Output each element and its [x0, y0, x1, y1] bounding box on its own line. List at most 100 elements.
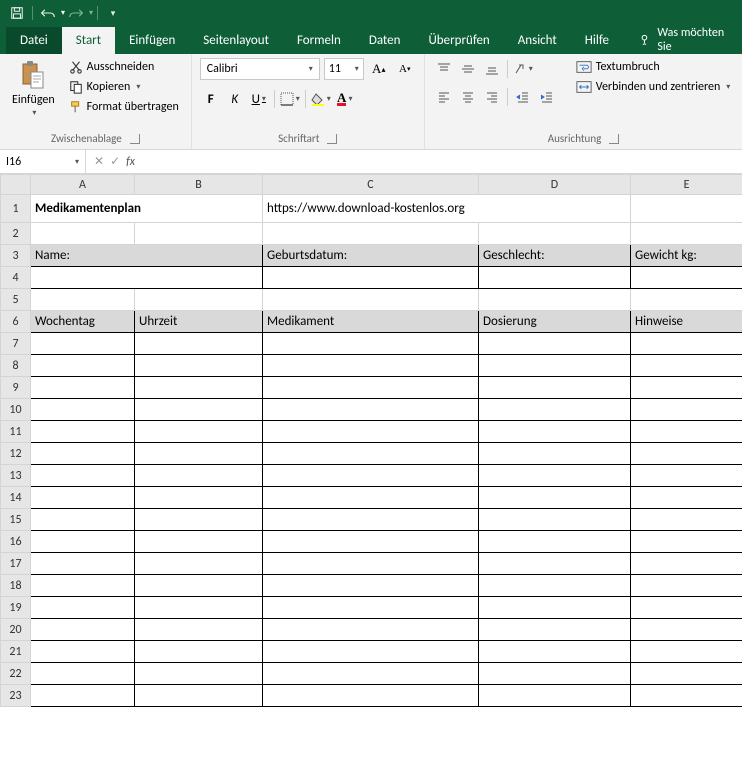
cell[interactable] — [31, 355, 135, 377]
cell[interactable] — [135, 575, 263, 597]
increase-indent-button[interactable] — [536, 86, 558, 108]
tell-me-search[interactable]: Was möchten Sie — [629, 26, 742, 54]
row-header[interactable]: 20 — [1, 619, 31, 641]
tab-view[interactable]: Ansicht — [504, 27, 571, 54]
cell[interactable] — [31, 377, 135, 399]
save-button[interactable] — [6, 2, 28, 24]
cell[interactable] — [31, 553, 135, 575]
row-header[interactable]: 6 — [1, 311, 31, 333]
tab-formulas[interactable]: Formeln — [283, 27, 355, 54]
row-header[interactable]: 2 — [1, 223, 31, 245]
cell[interactable] — [263, 531, 479, 553]
cancel-formula-icon[interactable]: ✕ — [94, 154, 104, 169]
redo-button[interactable] — [65, 2, 87, 24]
col-header[interactable]: A — [31, 175, 135, 195]
col-header[interactable]: E — [631, 175, 742, 195]
cell[interactable] — [135, 531, 263, 553]
align-middle-button[interactable] — [457, 58, 479, 80]
cell[interactable] — [631, 377, 742, 399]
cell[interactable] — [135, 597, 263, 619]
cell[interactable] — [31, 619, 135, 641]
cell[interactable] — [631, 399, 742, 421]
clipboard-launcher[interactable] — [130, 134, 140, 144]
cell[interactable] — [631, 267, 742, 289]
cell[interactable]: Hinweise — [631, 311, 742, 333]
font-launcher[interactable] — [327, 134, 337, 144]
cell[interactable] — [135, 289, 263, 311]
cell[interactable] — [263, 443, 479, 465]
row-header[interactable]: 16 — [1, 531, 31, 553]
row-header[interactable]: 13 — [1, 465, 31, 487]
cell[interactable] — [135, 399, 263, 421]
cell[interactable] — [263, 421, 479, 443]
cell[interactable] — [135, 553, 263, 575]
cell[interactable] — [31, 267, 263, 289]
wrap-text-button[interactable]: Textumbruch — [572, 58, 735, 76]
cell[interactable] — [135, 487, 263, 509]
cell[interactable] — [631, 421, 742, 443]
name-box[interactable]: I16▾ — [0, 150, 86, 173]
cell[interactable] — [263, 597, 479, 619]
cell[interactable] — [479, 223, 631, 245]
cell[interactable] — [479, 575, 631, 597]
alignment-launcher[interactable] — [609, 134, 619, 144]
cell[interactable]: Geburtsdatum: — [263, 245, 479, 267]
font-name-select[interactable]: Calibri▾ — [200, 58, 320, 80]
cell[interactable] — [135, 663, 263, 685]
undo-button[interactable] — [37, 2, 59, 24]
spreadsheet-grid[interactable]: A B C D E 1 Medikamentenplan https://www… — [0, 174, 742, 707]
cell[interactable] — [263, 355, 479, 377]
cell[interactable] — [31, 399, 135, 421]
cell[interactable] — [263, 487, 479, 509]
cell[interactable] — [135, 377, 263, 399]
cell[interactable] — [631, 195, 742, 223]
cell[interactable] — [135, 465, 263, 487]
cell[interactable] — [479, 377, 631, 399]
align-top-button[interactable] — [433, 58, 455, 80]
cell[interactable] — [31, 531, 135, 553]
row-header[interactable]: 8 — [1, 355, 31, 377]
cell[interactable]: Wochentag — [31, 311, 135, 333]
cell[interactable] — [31, 487, 135, 509]
fx-icon[interactable]: fx — [126, 155, 135, 169]
copy-button[interactable]: Kopieren ▾ — [65, 78, 183, 96]
align-left-button[interactable] — [433, 86, 455, 108]
cell[interactable] — [631, 597, 742, 619]
cell[interactable] — [631, 663, 742, 685]
col-header[interactable]: C — [263, 175, 479, 195]
cell[interactable] — [479, 289, 631, 311]
increase-font-button[interactable]: A▴ — [368, 58, 390, 80]
cell[interactable] — [479, 553, 631, 575]
cell[interactable] — [31, 597, 135, 619]
cell[interactable] — [631, 443, 742, 465]
cell[interactable] — [631, 223, 742, 245]
cell[interactable]: Geschlecht: — [479, 245, 631, 267]
cell[interactable] — [479, 597, 631, 619]
cell[interactable] — [31, 333, 135, 355]
cell[interactable] — [479, 355, 631, 377]
fill-color-button[interactable]: ▾ — [310, 88, 332, 110]
cut-button[interactable]: Ausschneiden — [65, 58, 183, 76]
row-header[interactable]: 17 — [1, 553, 31, 575]
select-all-corner[interactable] — [1, 175, 31, 195]
cell[interactable] — [31, 443, 135, 465]
cell[interactable] — [31, 641, 135, 663]
tab-help[interactable]: Hilfe — [571, 27, 623, 54]
row-header[interactable]: 14 — [1, 487, 31, 509]
cell[interactable] — [31, 509, 135, 531]
cell[interactable] — [631, 289, 742, 311]
align-bottom-button[interactable] — [481, 58, 503, 80]
cell[interactable] — [631, 685, 742, 707]
cell[interactable] — [631, 619, 742, 641]
decrease-indent-button[interactable] — [512, 86, 534, 108]
paste-button[interactable]: Einfügen ▾ — [8, 58, 59, 130]
row-header[interactable]: 1 — [1, 195, 31, 223]
underline-button[interactable]: U▾ — [248, 88, 270, 110]
cell[interactable] — [135, 355, 263, 377]
cell[interactable] — [479, 663, 631, 685]
orientation-button[interactable]: ▾ — [512, 58, 534, 80]
tab-file[interactable]: Datei — [6, 27, 62, 54]
tab-data[interactable]: Daten — [355, 27, 415, 54]
row-header[interactable]: 7 — [1, 333, 31, 355]
row-header[interactable]: 5 — [1, 289, 31, 311]
